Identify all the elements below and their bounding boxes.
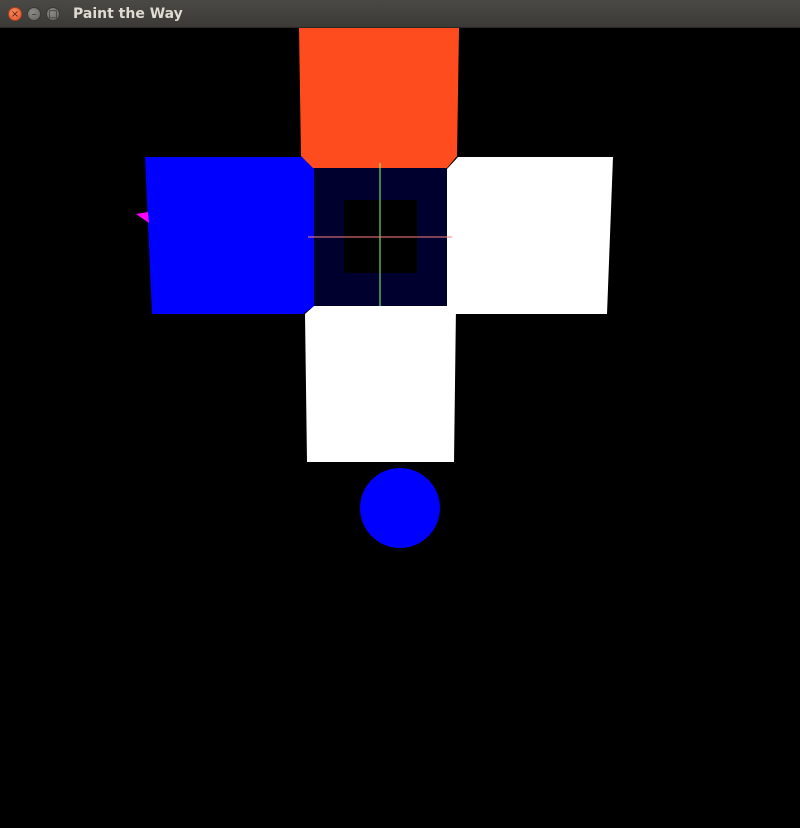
maximize-icon[interactable]: □ <box>46 7 60 21</box>
app-window: × – □ Paint the Way <box>0 0 800 828</box>
window-title: Paint the Way <box>73 6 183 22</box>
title-bar[interactable]: × – □ Paint the Way <box>0 0 800 28</box>
player-ball <box>360 468 440 548</box>
tile-top <box>299 28 459 168</box>
minimize-icon[interactable]: – <box>27 7 41 21</box>
tile-left <box>145 157 314 314</box>
tile-right <box>447 157 613 314</box>
tile-bottom <box>305 306 456 462</box>
game-canvas[interactable] <box>0 28 800 828</box>
close-icon[interactable]: × <box>8 7 22 21</box>
game-viewport[interactable] <box>0 28 800 828</box>
